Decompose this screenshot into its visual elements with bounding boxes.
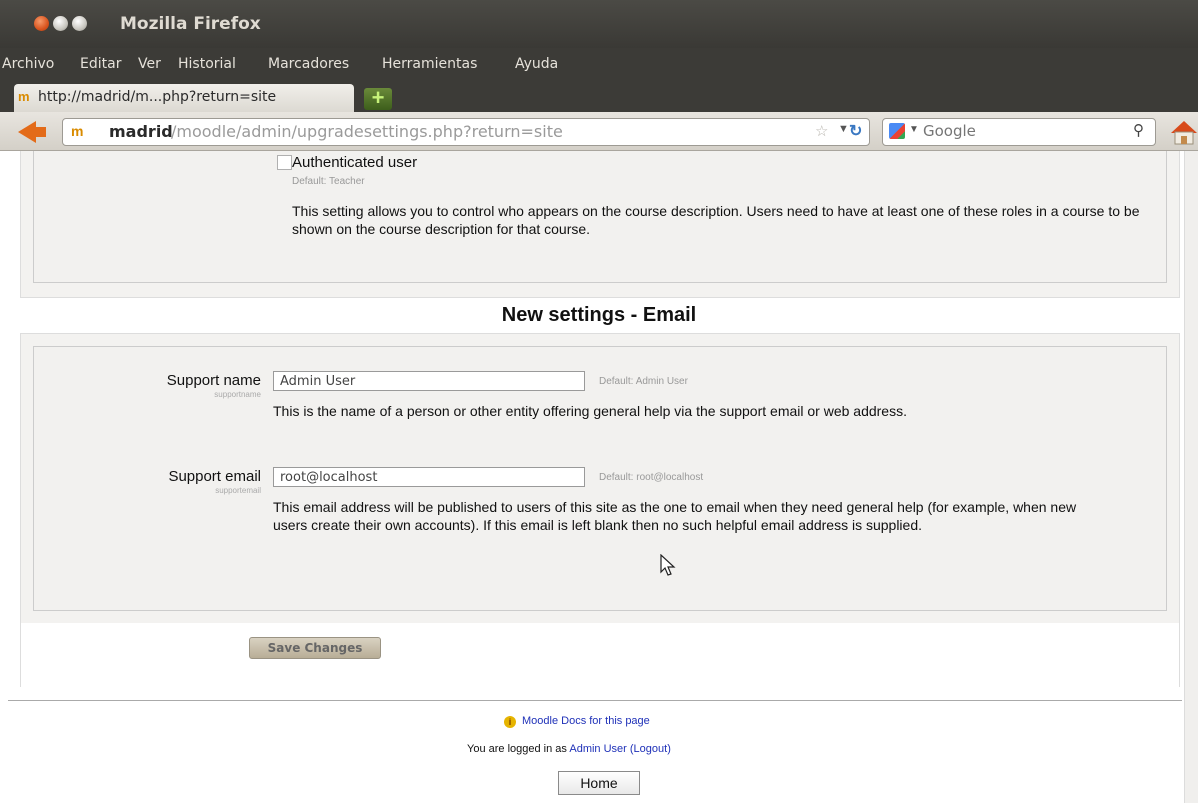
info-icon: i (504, 716, 516, 728)
logout-link[interactable]: (Logout) (630, 743, 671, 755)
support-email-input[interactable] (273, 467, 585, 487)
reload-icon[interactable]: ↻ (849, 121, 862, 141)
support-name-description: This is the name of a person or other en… (273, 403, 907, 419)
menu-herramientas[interactable]: Herramientas (382, 56, 477, 72)
support-name-default: Default: Admin User (599, 376, 688, 387)
tab-title: http://madrid/m...php?return=site (38, 89, 277, 105)
logged-user-link[interactable]: Admin User (569, 743, 626, 755)
course-contact-description: This setting allows you to control who a… (292, 203, 1140, 237)
support-name-label: Support name (166, 372, 261, 389)
moodle-docs-link[interactable]: Moodle Docs for this page (522, 715, 650, 727)
section-heading: New settings - Email (501, 304, 697, 326)
minimize-window-button[interactable] (53, 16, 68, 31)
support-name-sublabel: supportname (214, 390, 261, 399)
login-info-prefix: You are logged in as (467, 743, 567, 755)
support-name-input[interactable] (273, 371, 585, 391)
search-engine-dropdown-icon[interactable]: ▼ (909, 124, 919, 135)
search-icon[interactable]: ⚲ (1133, 121, 1144, 139)
support-email-description: This email address will be published to … (273, 499, 1077, 533)
moodle-favicon-icon: m (18, 89, 30, 104)
menu-bar: Archivo Editar Ver Historial Marcadores … (0, 48, 1198, 82)
authenticated-user-checkbox[interactable] (277, 155, 292, 170)
search-input[interactable] (923, 121, 1113, 141)
new-tab-button[interactable]: + (364, 87, 392, 110)
home-button[interactable]: Home (558, 771, 640, 795)
back-arrow-tail[interactable] (36, 127, 46, 137)
back-arrow-icon[interactable] (18, 121, 36, 143)
search-bar[interactable]: ▼ ⚲ (882, 118, 1156, 146)
menu-ver[interactable]: Ver (138, 56, 161, 72)
search-engine-icon[interactable] (889, 123, 905, 139)
vertical-scrollbar[interactable] (1184, 151, 1198, 803)
menu-archivo[interactable]: Archivo (2, 56, 54, 72)
form-actions: Save Changes (20, 623, 1180, 687)
maximize-window-button[interactable] (72, 16, 87, 31)
menu-marcadores[interactable]: Marcadores (268, 56, 349, 72)
login-info: You are logged in as Admin User (Logout) (467, 743, 671, 755)
menu-ayuda[interactable]: Ayuda (515, 56, 558, 72)
browser-tab[interactable]: m http://madrid/m...php?return=site (14, 84, 354, 112)
email-settings-fieldset: Support name supportname Default: Admin … (33, 346, 1167, 611)
bookmark-star-icon[interactable]: ☆ (815, 122, 828, 140)
save-changes-button[interactable]: Save Changes (249, 637, 381, 659)
course-contact-panel: Authenticated user Default: Teacher This… (20, 151, 1180, 298)
history-dropdown-icon[interactable]: ▼ (838, 123, 849, 135)
home-icon[interactable] (1170, 118, 1198, 146)
footer-divider (8, 700, 1182, 701)
url-path: /moodle/admin/upgradesettings.php?return… (171, 122, 563, 141)
support-email-sublabel: supportemail (215, 486, 261, 495)
support-email-label: Support email (168, 468, 261, 485)
course-contact-default: Default: Teacher (292, 176, 365, 187)
page-content: Authenticated user Default: Teacher This… (0, 151, 1198, 803)
close-window-button[interactable] (34, 16, 49, 31)
window-title: Mozilla Firefox (120, 14, 261, 34)
authenticated-user-label: Authenticated user (292, 154, 418, 171)
support-email-default: Default: root@localhost (599, 472, 704, 483)
email-settings-panel: Support name supportname Default: Admin … (20, 333, 1180, 625)
mouse-pointer-icon (660, 554, 676, 576)
url-bar[interactable]: m madrid /moodle/admin/upgradesettings.p… (62, 118, 870, 146)
site-favicon-icon: m (71, 123, 84, 139)
menu-editar[interactable]: Editar (80, 56, 121, 72)
menu-historial[interactable]: Historial (178, 56, 236, 72)
url-host: madrid (109, 122, 173, 141)
window-titlebar: Mozilla Firefox (0, 0, 1198, 48)
